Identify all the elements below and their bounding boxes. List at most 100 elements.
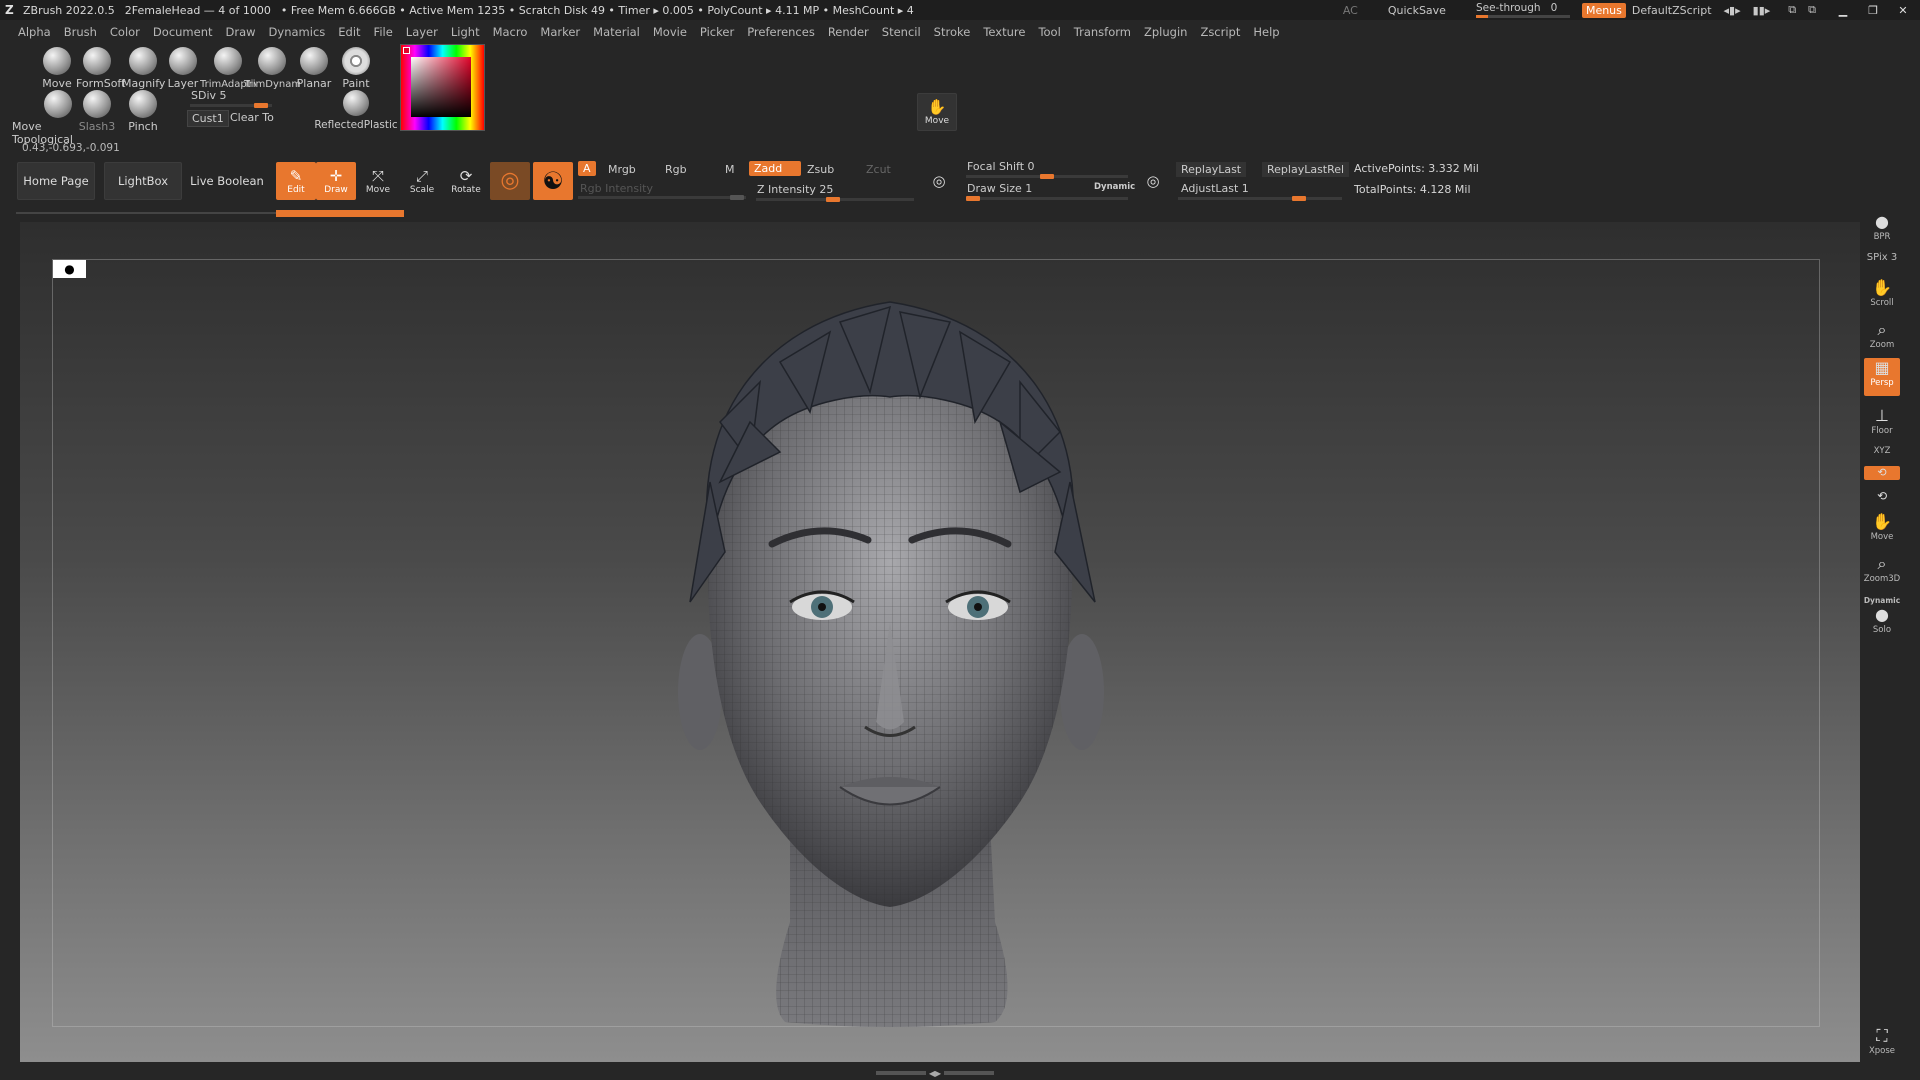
- zoom3d-button[interactable]: ⌕ Zoom3D: [1864, 554, 1900, 584]
- menu-brush[interactable]: Brush: [64, 25, 97, 39]
- move-view-shelf-button[interactable]: ✋ Move: [1864, 512, 1900, 542]
- menu-movie[interactable]: Movie: [653, 25, 687, 39]
- xpose-button[interactable]: ⛶ Xpose: [1864, 1026, 1900, 1056]
- menu-alpha[interactable]: Alpha: [18, 25, 51, 39]
- menu-texture[interactable]: Texture: [983, 25, 1025, 39]
- z-intensity-slider[interactable]: [756, 197, 914, 202]
- color-picker[interactable]: [400, 44, 485, 131]
- ac-label[interactable]: AC: [1343, 4, 1358, 17]
- xyz-button[interactable]: XYZ: [1864, 446, 1900, 456]
- rotate-lock-button[interactable]: ⟲: [1864, 466, 1900, 480]
- edit-mode-button[interactable]: ✎ Edit: [276, 162, 316, 200]
- menu-layer[interactable]: Layer: [406, 25, 438, 39]
- main-color-swatch[interactable]: [403, 47, 410, 54]
- menu-color[interactable]: Color: [110, 25, 140, 39]
- menu-tool[interactable]: Tool: [1038, 25, 1060, 39]
- menu-help[interactable]: Help: [1253, 25, 1279, 39]
- brush-magnify[interactable]: Magnify: [122, 47, 165, 90]
- brush-paint[interactable]: Paint: [335, 47, 377, 90]
- brush-trimdynamic[interactable]: TrimDynamic: [244, 47, 300, 90]
- brush-planar[interactable]: Planar: [293, 47, 335, 90]
- live-boolean-button[interactable]: Live Boolean: [188, 162, 266, 200]
- menu-zscript[interactable]: Zscript: [1200, 25, 1240, 39]
- a-toggle[interactable]: A: [578, 161, 596, 176]
- draw-icon: ✛: [329, 167, 343, 185]
- bpr-button[interactable]: ● BPR: [1864, 212, 1900, 242]
- menu-draw[interactable]: Draw: [226, 25, 256, 39]
- menu-zplugin[interactable]: Zplugin: [1144, 25, 1187, 39]
- menu-render[interactable]: Render: [828, 25, 869, 39]
- rgb-intensity-label: Rgb Intensity: [580, 182, 653, 195]
- home-page-button[interactable]: Home Page: [17, 162, 95, 200]
- seethrough-slider[interactable]: See-through 0: [1475, 2, 1570, 18]
- scroll-button[interactable]: ✋ Scroll: [1864, 278, 1900, 308]
- menu-marker[interactable]: Marker: [540, 25, 580, 39]
- rotate-mode-button[interactable]: ⟳ Rotate: [446, 162, 486, 200]
- canvas-viewport[interactable]: ●: [20, 222, 1860, 1062]
- menu-dynamics[interactable]: Dynamics: [269, 25, 326, 39]
- zoom-button[interactable]: ⌕ Zoom: [1864, 320, 1900, 350]
- menu-transform[interactable]: Transform: [1074, 25, 1131, 39]
- menu-light[interactable]: Light: [451, 25, 480, 39]
- rotate-axis-button[interactable]: ⟲: [1864, 486, 1900, 506]
- menu-stroke[interactable]: Stroke: [934, 25, 971, 39]
- dynamic-toggle[interactable]: Dynamic: [1094, 182, 1135, 192]
- alpha-stroke-button[interactable]: ☯: [533, 162, 573, 200]
- focal-shift-slider[interactable]: [966, 174, 1128, 179]
- mrgb-toggle[interactable]: Mrgb: [603, 162, 641, 177]
- menu-macro[interactable]: Macro: [493, 25, 528, 39]
- sculpt-head-model[interactable]: [20, 222, 1860, 1062]
- brush-pinch[interactable]: Pinch: [122, 90, 164, 133]
- minimize-icon[interactable]: ▁: [1834, 4, 1852, 17]
- menu-edit[interactable]: Edit: [338, 25, 360, 39]
- brush-formsoft[interactable]: FormSoft: [76, 47, 125, 90]
- scroll-hand-icon: ✋: [1872, 278, 1892, 297]
- m-toggle[interactable]: M: [720, 162, 740, 177]
- spix-slider[interactable]: SPix 3: [1864, 252, 1900, 263]
- brush-slash3[interactable]: Slash3: [76, 90, 118, 133]
- zadd-toggle[interactable]: Zadd: [749, 161, 801, 176]
- adjustlast-slider[interactable]: [1178, 196, 1342, 201]
- quicksave-button[interactable]: QuickSave: [1388, 4, 1446, 17]
- replaylast-button[interactable]: ReplayLast: [1176, 162, 1247, 177]
- mrgb-sphere-button[interactable]: ◎: [490, 162, 530, 200]
- close-icon[interactable]: ✕: [1894, 4, 1912, 17]
- move-view-button[interactable]: ✋ Move: [917, 93, 957, 131]
- draw-mode-button[interactable]: ✛ Draw: [316, 162, 356, 200]
- swap-layout-icon[interactable]: ⧉: [1808, 3, 1816, 17]
- menu-preferences[interactable]: Preferences: [747, 25, 815, 39]
- material-reflectedplastic[interactable]: ReflectedPlastic: [314, 90, 398, 131]
- menus-button[interactable]: Menus: [1581, 2, 1626, 18]
- brush-layer[interactable]: Layer: [162, 47, 204, 90]
- ui-layout-icon[interactable]: ◂▮▸: [1724, 4, 1741, 17]
- scale-mode-button[interactable]: ⤢ Scale: [402, 162, 442, 200]
- solo-button[interactable]: Dynamic ● Solo: [1864, 596, 1900, 635]
- cust1-button[interactable]: Cust1: [187, 110, 229, 127]
- menu-file[interactable]: File: [374, 25, 393, 39]
- menu-material[interactable]: Material: [593, 25, 640, 39]
- move-mode-button[interactable]: ⤧ Move: [358, 162, 398, 200]
- sdiv-slider[interactable]: [190, 103, 272, 108]
- clear-to-button[interactable]: Clear To: [226, 110, 278, 125]
- restore-layout-icon[interactable]: ⧉: [1788, 3, 1796, 17]
- focal-shift-icon-button[interactable]: ◎: [922, 162, 956, 200]
- rgb-intensity-slider[interactable]: [578, 195, 746, 200]
- color-saturation-square[interactable]: [411, 57, 471, 117]
- ui-layout-icon-2[interactable]: ▮▮▸: [1753, 4, 1771, 17]
- replaylastrel-button[interactable]: ReplayLastRel: [1262, 162, 1350, 177]
- rgb-toggle[interactable]: Rgb: [660, 162, 692, 177]
- menu-stencil[interactable]: Stencil: [882, 25, 921, 39]
- brush-move[interactable]: Move: [36, 47, 78, 90]
- lightbox-button[interactable]: LightBox: [104, 162, 182, 200]
- zcut-toggle[interactable]: Zcut: [861, 162, 896, 177]
- menu-document[interactable]: Document: [153, 25, 213, 39]
- maximize-icon[interactable]: ❐: [1864, 4, 1882, 17]
- zsub-toggle[interactable]: Zsub: [802, 162, 839, 177]
- menu-picker[interactable]: Picker: [700, 25, 734, 39]
- floor-button[interactable]: ⊥ Floor: [1864, 406, 1900, 436]
- lazy-mouse-icon-button[interactable]: ◎: [1136, 162, 1170, 200]
- default-zscript-button[interactable]: DefaultZScript: [1632, 4, 1712, 17]
- persp-button[interactable]: ▦ Persp: [1864, 358, 1900, 396]
- bottom-tray-handle[interactable]: ◀▶: [870, 1069, 1000, 1078]
- draw-size-slider[interactable]: [966, 196, 1128, 201]
